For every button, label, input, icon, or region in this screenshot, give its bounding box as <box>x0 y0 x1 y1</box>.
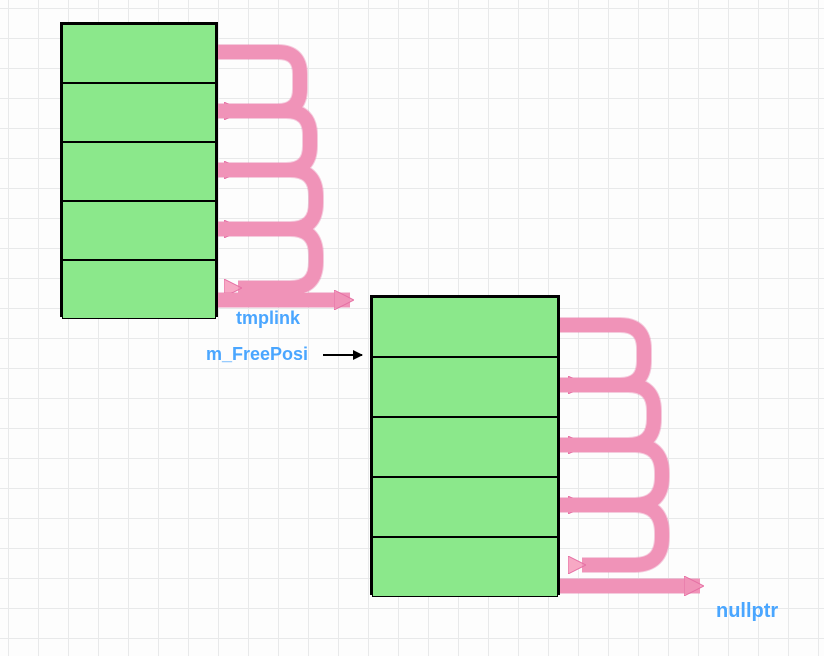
diagram-canvas: tmplink m_FreePosi nullptr <box>0 0 824 656</box>
top-cell-2 <box>62 142 216 201</box>
top-u-1 <box>218 111 310 170</box>
top-u-3 <box>218 229 316 288</box>
bottom-cell-2 <box>372 417 558 477</box>
bottom-cell-3 <box>372 477 558 537</box>
bottom-cell-1 <box>372 357 558 417</box>
top-cell-4 <box>62 260 216 319</box>
bottom-u-1 <box>560 385 654 445</box>
top-cell-3 <box>62 201 216 260</box>
top-cell-0 <box>62 24 216 83</box>
top-cell-1 <box>62 83 216 142</box>
label-tmplink: tmplink <box>236 308 300 329</box>
label-m-freeposi: m_FreePosi <box>206 344 308 365</box>
label-nullptr: nullptr <box>716 600 778 623</box>
bottom-u-2 <box>560 445 662 505</box>
top-u-2 <box>218 170 316 229</box>
top-block <box>60 22 218 317</box>
bottom-block <box>370 295 560 595</box>
bottom-cell-0 <box>372 297 558 357</box>
top-u-0 <box>218 52 300 111</box>
bottom-u-3 <box>560 505 662 565</box>
bottom-u-0 <box>560 325 644 385</box>
bottom-cell-4 <box>372 537 558 597</box>
